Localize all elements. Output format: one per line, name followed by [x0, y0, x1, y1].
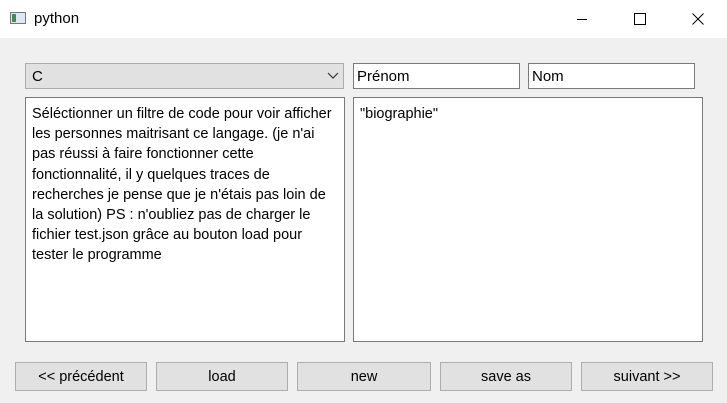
next-button[interactable]: suivant >>	[581, 362, 713, 391]
nom-field[interactable]	[528, 63, 695, 89]
window-title: python	[34, 10, 80, 27]
description-textbox[interactable]: Séléctionner un filtre de code pour voir…	[25, 97, 345, 342]
selected-language: C	[32, 68, 43, 85]
title-bar: python	[0, 0, 727, 38]
save-as-button[interactable]: save as	[440, 362, 572, 391]
prenom-field[interactable]	[353, 63, 520, 89]
app-icon	[10, 12, 26, 24]
maximize-icon	[634, 13, 646, 25]
language-filter-select[interactable]: C	[25, 63, 344, 89]
load-button[interactable]: load	[156, 362, 288, 391]
minimize-button[interactable]	[553, 0, 611, 38]
close-button[interactable]	[669, 0, 727, 38]
minimize-icon	[577, 19, 587, 20]
maximize-button[interactable]	[611, 0, 669, 38]
previous-button[interactable]: << précédent	[15, 362, 147, 391]
chevron-down-icon	[327, 69, 339, 86]
biography-textbox[interactable]: "biographie"	[353, 97, 703, 342]
new-button[interactable]: new	[297, 362, 431, 391]
close-icon	[692, 13, 704, 25]
